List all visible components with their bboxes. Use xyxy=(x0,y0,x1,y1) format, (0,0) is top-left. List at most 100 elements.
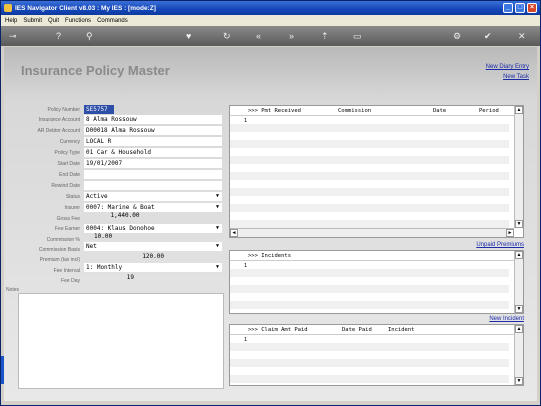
start-date-label: Start Date xyxy=(57,161,80,167)
main-content: Insurance Policy Master New Diary Entry … xyxy=(4,47,537,401)
refresh-icon[interactable]: ↻ xyxy=(223,30,231,42)
menu-submit[interactable]: Submit xyxy=(23,18,42,24)
search-icon[interactable]: ⚲ xyxy=(86,30,93,42)
title-bar: IES Navigator Client v8.03 : My IES : [m… xyxy=(1,1,540,15)
fee-earner-label: Fee Earner xyxy=(54,226,80,232)
scroll-down-icon[interactable]: ▼ xyxy=(515,377,523,385)
row-number: 1 xyxy=(244,118,248,124)
currency-label: Currency xyxy=(59,139,80,145)
col-pmt-received: >>> Pmt Received xyxy=(248,108,301,114)
chevron-down-icon[interactable]: ▼ xyxy=(214,243,221,250)
row-number: 1 xyxy=(244,263,248,269)
upload-icon[interactable]: ⇡ xyxy=(321,30,329,42)
gross-fee-field[interactable]: 1,440.00 xyxy=(84,211,164,220)
commission-basis-value: Net xyxy=(86,243,97,250)
check-icon[interactable]: ✔ xyxy=(484,30,492,42)
status-value: Active xyxy=(86,193,108,200)
menu-quit[interactable]: Quit xyxy=(48,18,59,24)
chevron-down-icon[interactable]: ▼ xyxy=(214,193,221,200)
new-task-link[interactable]: New Task xyxy=(503,74,529,80)
commission-pct-field[interactable]: 10.00 xyxy=(84,232,124,241)
rewind-icon[interactable]: « xyxy=(256,30,261,42)
claims-panel: >>> Claim Amt Paid Date Paid Incident 1 … xyxy=(229,324,524,386)
scroll-left-icon[interactable]: ◄ xyxy=(230,229,238,237)
ar-debtor-account-label: AR Debtor Account xyxy=(37,128,80,134)
maximize-button[interactable]: □ xyxy=(515,3,525,13)
premiums-vscroll[interactable]: ▲ ▼ xyxy=(514,106,523,228)
incidents-panel: >>> Incidents 1 ▲ ▼ xyxy=(229,250,524,314)
end-date-field[interactable] xyxy=(84,170,222,179)
commission-pct-label: Commission % xyxy=(46,237,80,243)
premium-field[interactable]: 120.00 xyxy=(84,252,164,261)
scroll-down-icon[interactable]: ▼ xyxy=(515,305,523,313)
status-label: Status xyxy=(65,194,80,200)
minimize-button[interactable]: _ xyxy=(503,3,513,13)
chevron-down-icon[interactable]: ▼ xyxy=(214,225,221,232)
claims-rows xyxy=(230,335,509,385)
bookmark-icon[interactable]: ▭ xyxy=(353,30,362,42)
scroll-right-icon[interactable]: ► xyxy=(506,229,514,237)
notes-textarea[interactable] xyxy=(18,293,224,389)
chevron-down-icon[interactable]: ▼ xyxy=(214,264,221,271)
unpaid-premiums-link[interactable]: Unpaid Premiums xyxy=(476,242,524,248)
scroll-up-icon[interactable]: ▲ xyxy=(515,106,523,114)
claims-header: >>> Claim Amt Paid Date Paid Incident xyxy=(230,325,523,335)
row-number: 1 xyxy=(244,337,248,343)
gross-fee-label: Gross Fee xyxy=(56,216,80,222)
col-date-paid: Date Paid xyxy=(342,327,372,333)
status-select[interactable]: Active ▼ xyxy=(84,192,222,201)
insurance-account-label: Insurance Account xyxy=(38,117,80,123)
menu-functions[interactable]: Functions xyxy=(65,18,91,24)
policy-number-field[interactable]: SE5757 xyxy=(84,105,114,114)
fee-interval-label: Fee Interval xyxy=(53,268,80,274)
new-incident-link[interactable]: New Incident xyxy=(489,316,524,322)
premiums-panel: >>> Pmt Received Commission Date Period … xyxy=(229,105,524,238)
col-incidents: >>> Incidents xyxy=(248,253,292,259)
key-icon[interactable]: ⊸ xyxy=(9,30,17,42)
rewind-date-field[interactable] xyxy=(84,181,222,190)
scroll-down-icon[interactable]: ▼ xyxy=(515,220,523,228)
col-claim-amt-paid: >>> Claim Amt Paid xyxy=(248,327,308,333)
fee-earner-value: 0004: Klaus Donohoe xyxy=(86,225,155,232)
menu-commands[interactable]: Commands xyxy=(97,18,128,24)
premiums-header: >>> Pmt Received Commission Date Period xyxy=(230,106,523,116)
app-icon xyxy=(4,4,12,12)
policy-number-label: Policy Number xyxy=(47,107,80,113)
col-incident: Incident xyxy=(388,327,415,333)
premiums-rows xyxy=(230,116,509,228)
toolbar: ⊸ ? ⚲ ♥ ↻ « » ⇡ ▭ ⚙ ✔ ✕ xyxy=(1,26,540,46)
incidents-rows xyxy=(230,261,509,313)
insurer-value: 0007: Marine & Boat xyxy=(86,204,155,211)
col-date: Date xyxy=(433,108,447,114)
ar-debtor-account-field[interactable]: D00018 Alma Rossouw xyxy=(84,126,222,135)
fee-interval-value: 1: Monthly xyxy=(86,264,123,271)
fee-day-field[interactable]: 19 xyxy=(84,273,134,282)
new-diary-entry-link[interactable]: New Diary Entry xyxy=(486,64,529,70)
currency-field[interactable]: LOCAL R xyxy=(84,137,222,146)
menu-help[interactable]: Help xyxy=(5,18,17,24)
scroll-up-icon[interactable]: ▲ xyxy=(515,251,523,259)
insurance-account-field[interactable]: 8 Alma Rossouw xyxy=(84,115,222,124)
menu-bar: Help Submit Quit Functions Commands xyxy=(1,15,540,26)
close-window-button[interactable]: × xyxy=(527,3,537,13)
col-commission: Commission xyxy=(338,108,372,114)
help-icon[interactable]: ? xyxy=(56,30,61,42)
policy-type-field[interactable]: 01 Car & Household xyxy=(84,148,222,157)
incidents-vscroll[interactable]: ▲ ▼ xyxy=(514,251,523,313)
fee-day-label: Fee Day xyxy=(61,278,80,284)
commission-basis-label: Commission Basis xyxy=(38,247,80,253)
insurer-label: Insurer xyxy=(64,205,80,211)
claims-vscroll[interactable]: ▲ ▼ xyxy=(514,325,523,385)
settings-icon[interactable]: ⚙ xyxy=(453,30,461,42)
incidents-header: >>> Incidents xyxy=(230,251,523,261)
forward-icon[interactable]: » xyxy=(289,30,294,42)
fee-interval-select[interactable]: 1: Monthly ▼ xyxy=(84,263,222,272)
start-date-field[interactable]: 19/01/2007 xyxy=(84,159,222,168)
app-window: IES Navigator Client v8.03 : My IES : [m… xyxy=(0,0,541,406)
commission-basis-select[interactable]: Net ▼ xyxy=(84,242,222,251)
chevron-down-icon[interactable]: ▼ xyxy=(214,204,221,211)
close-icon[interactable]: ✕ xyxy=(518,30,526,42)
heart-icon[interactable]: ♥ xyxy=(186,30,191,42)
scroll-up-icon[interactable]: ▲ xyxy=(515,325,523,333)
premiums-hscroll[interactable]: ◄ ► xyxy=(230,228,514,237)
